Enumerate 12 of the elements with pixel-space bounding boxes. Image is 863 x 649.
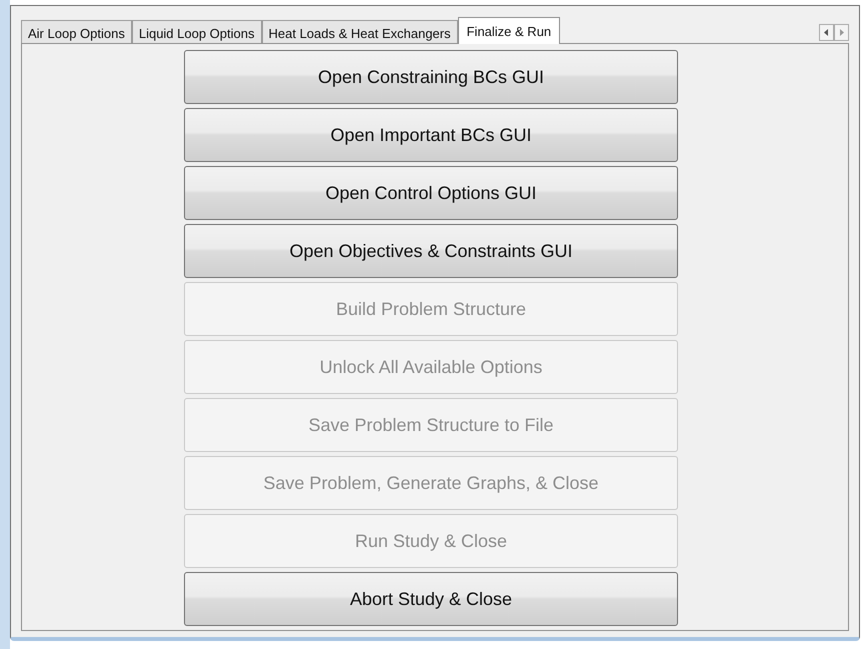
tab[interactable]: Liquid Loop Options [132, 20, 262, 43]
tab[interactable]: Heat Loads & Heat Exchangers [262, 20, 458, 43]
action-button[interactable]: Open Constraining BCs GUI [184, 50, 678, 104]
action-button[interactable]: Open Important BCs GUI [184, 108, 678, 162]
tab[interactable]: Finalize & Run [458, 17, 560, 44]
tab[interactable]: Air Loop Options [21, 20, 132, 43]
action-button[interactable]: Open Objectives & Constraints GUI [184, 224, 678, 278]
left-arrow-icon [824, 29, 829, 36]
right-arrow-icon [839, 29, 844, 36]
scroll-left-button[interactable] [819, 24, 834, 41]
action-button[interactable]: Abort Study & Close [184, 572, 678, 626]
action-button[interactable]: Open Control Options GUI [184, 166, 678, 220]
